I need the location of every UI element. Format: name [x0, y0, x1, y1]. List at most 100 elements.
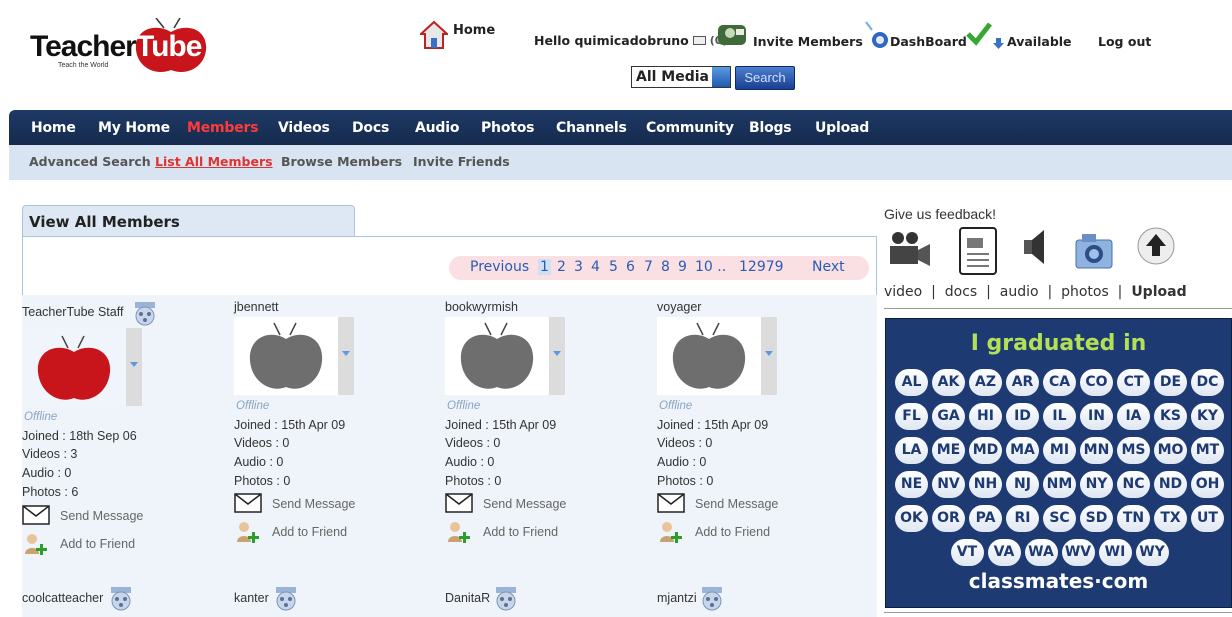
logout-link[interactable]: Log out	[1098, 34, 1151, 49]
state-button[interactable]: VT	[950, 539, 984, 566]
state-button[interactable]: ID	[1006, 403, 1039, 430]
state-button[interactable]: GA	[932, 403, 965, 430]
state-button[interactable]: KY	[1191, 403, 1224, 430]
state-button[interactable]: AK	[932, 369, 965, 396]
media-select[interactable]: All Media	[631, 66, 731, 88]
member-name[interactable]: TeacherTube Staff	[22, 305, 123, 319]
avatar-menu-toggle[interactable]	[549, 317, 565, 395]
pager-page-1[interactable]: 1	[538, 259, 551, 275]
film-reel-icon[interactable]	[109, 585, 133, 611]
state-button[interactable]: UT	[1191, 505, 1224, 532]
state-button[interactable]: NY	[1080, 471, 1113, 498]
state-button[interactable]: IA	[1117, 403, 1150, 430]
state-button[interactable]: ME	[932, 437, 965, 464]
state-button[interactable]: CO	[1080, 369, 1113, 396]
add-friend-icon[interactable]	[445, 520, 473, 544]
header-home-link[interactable]: Home	[453, 23, 495, 38]
state-button[interactable]: AZ	[969, 369, 1002, 396]
nav-community[interactable]: Community	[646, 120, 734, 136]
subnav-invite-friends[interactable]: Invite Friends	[413, 154, 510, 169]
envelope-icon[interactable]	[445, 493, 473, 513]
avatar-menu-toggle[interactable]	[761, 317, 777, 395]
member-avatar[interactable]	[657, 317, 777, 395]
feedback-video-link[interactable]: video	[884, 284, 922, 300]
envelope-icon[interactable]	[657, 493, 685, 513]
state-button[interactable]: OK	[895, 505, 928, 532]
feedback-upload-link[interactable]: Upload	[1131, 284, 1186, 300]
dashboard-link[interactable]: DashBoard	[890, 34, 967, 49]
add-friend-icon[interactable]	[22, 532, 50, 556]
state-button[interactable]: MA	[1006, 437, 1039, 464]
film-reel-icon[interactable]	[494, 585, 518, 611]
home-icon[interactable]	[420, 20, 448, 50]
send-message-link[interactable]: Send Message	[483, 497, 566, 511]
state-button[interactable]: NE	[895, 471, 928, 498]
nav-videos[interactable]: Videos	[278, 120, 330, 136]
pager-previous[interactable]: Previous	[470, 259, 529, 275]
film-reel-icon[interactable]	[700, 585, 724, 611]
nav-photos[interactable]: Photos	[481, 120, 534, 136]
pager-page-7[interactable]: 7	[644, 259, 653, 275]
availability-status[interactable]: Available	[1007, 34, 1072, 49]
state-button[interactable]: OR	[932, 505, 965, 532]
add-friend-icon[interactable]	[657, 520, 685, 544]
search-button[interactable]: Search	[735, 66, 795, 90]
state-button[interactable]: MO	[1154, 437, 1187, 464]
video-camera-icon[interactable]	[886, 230, 934, 270]
avatar-menu-toggle[interactable]	[338, 317, 354, 395]
state-button[interactable]: CT	[1117, 369, 1150, 396]
state-button[interactable]: LA	[895, 437, 928, 464]
state-button[interactable]: MT	[1191, 437, 1224, 464]
state-button[interactable]: OH	[1191, 471, 1224, 498]
nav-channels[interactable]: Channels	[556, 120, 627, 136]
subnav-advanced-search[interactable]: Advanced Search	[29, 154, 151, 169]
state-button[interactable]: DE	[1154, 369, 1187, 396]
avatar-menu-toggle[interactable]	[126, 328, 142, 406]
invite-members-icon[interactable]	[716, 21, 750, 47]
state-button[interactable]: DC	[1191, 369, 1224, 396]
member-name[interactable]: voyager	[657, 300, 701, 314]
camera-icon[interactable]	[1072, 228, 1116, 272]
member-avatar[interactable]	[22, 328, 142, 406]
state-button[interactable]: CA	[1043, 369, 1076, 396]
pager-page-4[interactable]: 4	[591, 259, 600, 275]
nav-home[interactable]: Home	[31, 120, 76, 136]
pager-page-8[interactable]: 8	[661, 259, 670, 275]
state-button[interactable]: KS	[1154, 403, 1187, 430]
pager-page-2[interactable]: 2	[557, 259, 566, 275]
member-name[interactable]: mjantzi	[657, 591, 697, 605]
state-button[interactable]: MS	[1117, 437, 1150, 464]
state-button[interactable]: SD	[1080, 505, 1113, 532]
state-button[interactable]: WA	[1024, 539, 1058, 566]
state-button[interactable]: WY	[1135, 539, 1169, 566]
state-button[interactable]: IN	[1080, 403, 1113, 430]
member-name[interactable]: kanter	[234, 591, 269, 605]
subnav-browse-members[interactable]: Browse Members	[281, 154, 402, 169]
state-button[interactable]: WV	[1061, 539, 1095, 566]
document-icon[interactable]	[958, 226, 998, 276]
nav-audio[interactable]: Audio	[415, 120, 459, 136]
state-button[interactable]: NC	[1117, 471, 1150, 498]
pager-page-3[interactable]: 3	[574, 259, 583, 275]
nav-blogs[interactable]: Blogs	[749, 120, 792, 136]
state-button[interactable]: VA	[987, 539, 1021, 566]
pager-page-10[interactable]: 10 ..	[695, 259, 726, 275]
member-name[interactable]: bookwyrmish	[445, 300, 518, 314]
upload-arrow-icon[interactable]	[1136, 226, 1176, 266]
nav-docs[interactable]: Docs	[352, 120, 389, 136]
speaker-icon[interactable]	[1020, 226, 1052, 268]
state-button[interactable]: MI	[1043, 437, 1076, 464]
envelope-icon[interactable]	[234, 493, 262, 513]
pager-page-9[interactable]: 9	[678, 259, 687, 275]
state-button[interactable]: NJ	[1006, 471, 1039, 498]
pager-page-last[interactable]: 12979	[739, 259, 784, 275]
add-friend-icon[interactable]	[234, 520, 262, 544]
member-name[interactable]: DanitaR	[445, 591, 490, 605]
invite-members-link[interactable]: Invite Members	[753, 34, 863, 49]
dashboard-icon[interactable]	[862, 20, 890, 50]
send-message-link[interactable]: Send Message	[60, 509, 143, 523]
teachertube-logo[interactable]: Teacher Tube Teach the World	[30, 10, 210, 75]
nav-upload[interactable]: Upload	[815, 120, 869, 136]
pager-page-5[interactable]: 5	[609, 259, 618, 275]
feedback-audio-link[interactable]: audio	[1000, 284, 1039, 300]
